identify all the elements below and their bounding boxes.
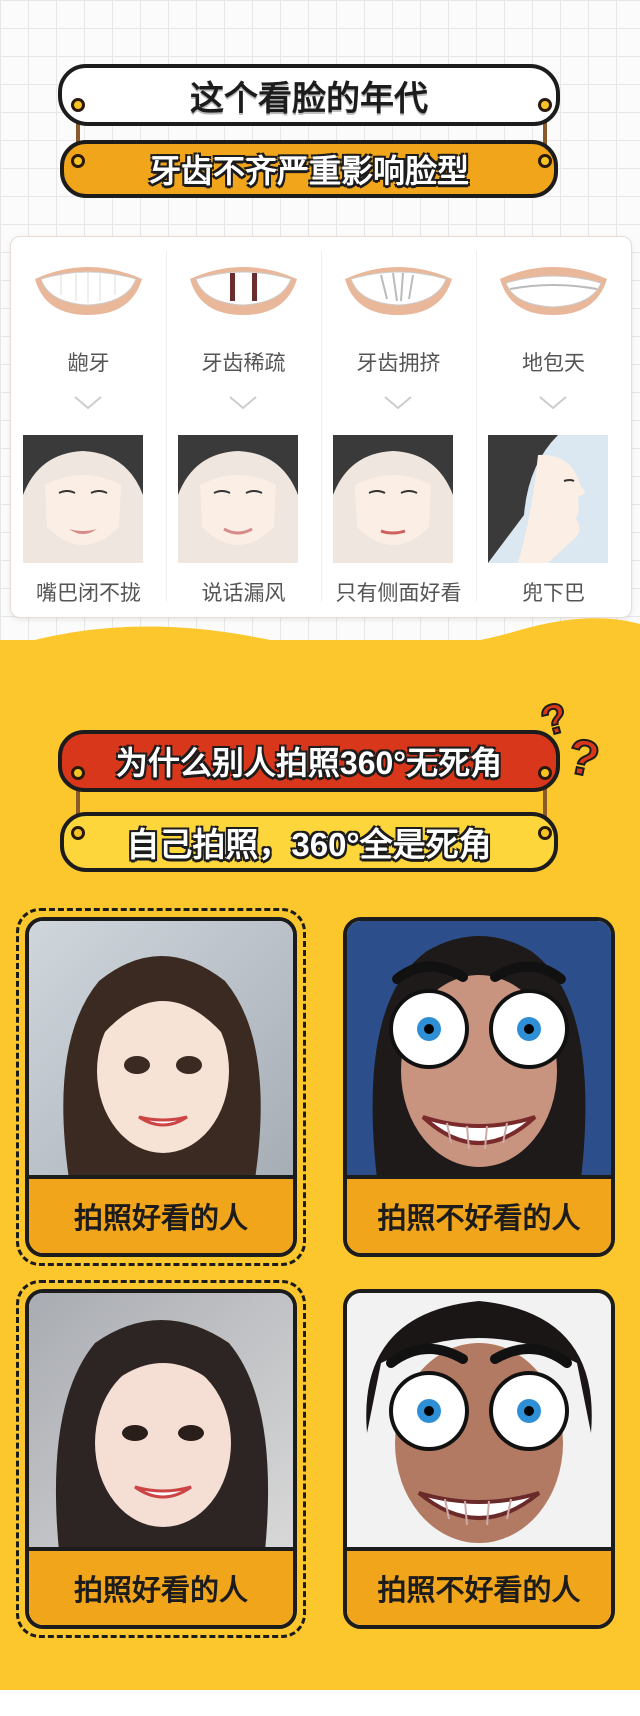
knot-icon xyxy=(71,766,85,780)
photo-caption: 拍照不好看的人 xyxy=(347,1175,611,1253)
teeth-type-item: 龅牙 嘴巴闭不拢 xyxy=(11,237,166,617)
teeth-effect-label: 说话漏风 xyxy=(201,582,286,605)
knot-icon xyxy=(71,826,85,840)
chevron-down-icon xyxy=(384,396,412,410)
photo-caption: 拍照好看的人 xyxy=(29,1175,293,1253)
smiling-person-photo xyxy=(29,1293,293,1551)
face-illustration xyxy=(178,435,298,563)
teeth-type-item: 地包天 兜下巴 xyxy=(476,237,631,617)
knot-icon xyxy=(538,766,552,780)
buck-teeth-icon xyxy=(35,267,142,315)
photo-card: 拍照不好看的人 xyxy=(343,917,615,1257)
bottom-strip xyxy=(0,1690,640,1716)
page-title: 这个看脸的年代 xyxy=(58,64,560,126)
wave-divider xyxy=(0,618,640,680)
teeth-type-item: 牙齿拥挤 只有侧面好看 xyxy=(321,237,476,617)
section2-subtitle: 自己拍照，360°全是死角 xyxy=(60,812,558,872)
photo-caption: 拍照不好看的人 xyxy=(347,1547,611,1625)
profile-face-illustration xyxy=(488,435,608,563)
gapped-teeth-icon xyxy=(190,267,297,315)
teeth-type-label: 龅牙 xyxy=(67,352,110,375)
teeth-effect-label: 嘴巴闭不拢 xyxy=(36,582,141,605)
photo-caption: 拍照好看的人 xyxy=(29,1547,293,1625)
teeth-effect-label: 兜下巴 xyxy=(522,582,585,605)
face-illustration xyxy=(333,435,453,563)
face-illustration xyxy=(23,435,143,563)
underbite-teeth-icon xyxy=(500,267,607,315)
teeth-type-label: 牙齿拥挤 xyxy=(356,352,441,375)
funny-face-photo xyxy=(347,921,611,1179)
photo-card: 拍照不好看的人 xyxy=(343,1289,615,1629)
smiling-person-photo xyxy=(29,921,293,1179)
knot-icon xyxy=(71,154,85,168)
crowded-teeth-icon xyxy=(345,267,452,315)
knot-icon xyxy=(71,98,85,112)
teeth-type-label: 牙齿稀疏 xyxy=(201,352,286,375)
teeth-effect-label: 只有侧面好看 xyxy=(335,582,462,605)
funny-face-photo xyxy=(347,1293,611,1551)
photo-card: 拍照好看的人 xyxy=(25,917,297,1257)
section2-title: 为什么别人拍照360°无死角 xyxy=(58,730,560,792)
knot-icon xyxy=(538,154,552,168)
teeth-types-card: 龅牙 嘴巴闭不拢 牙齿稀疏 说话漏风 牙齿拥挤 只有侧面好看 地包天 兜下巴 xyxy=(10,236,632,618)
chevron-down-icon xyxy=(74,396,102,410)
page-subtitle: 牙齿不齐严重影响脸型 xyxy=(60,140,558,198)
knot-icon xyxy=(538,98,552,112)
teeth-type-item: 牙齿稀疏 说话漏风 xyxy=(166,237,321,617)
teeth-type-label: 地包天 xyxy=(522,352,585,375)
chevron-down-icon xyxy=(229,396,257,410)
photo-card: 拍照好看的人 xyxy=(25,1289,297,1629)
chevron-down-icon xyxy=(539,396,567,410)
knot-icon xyxy=(538,826,552,840)
